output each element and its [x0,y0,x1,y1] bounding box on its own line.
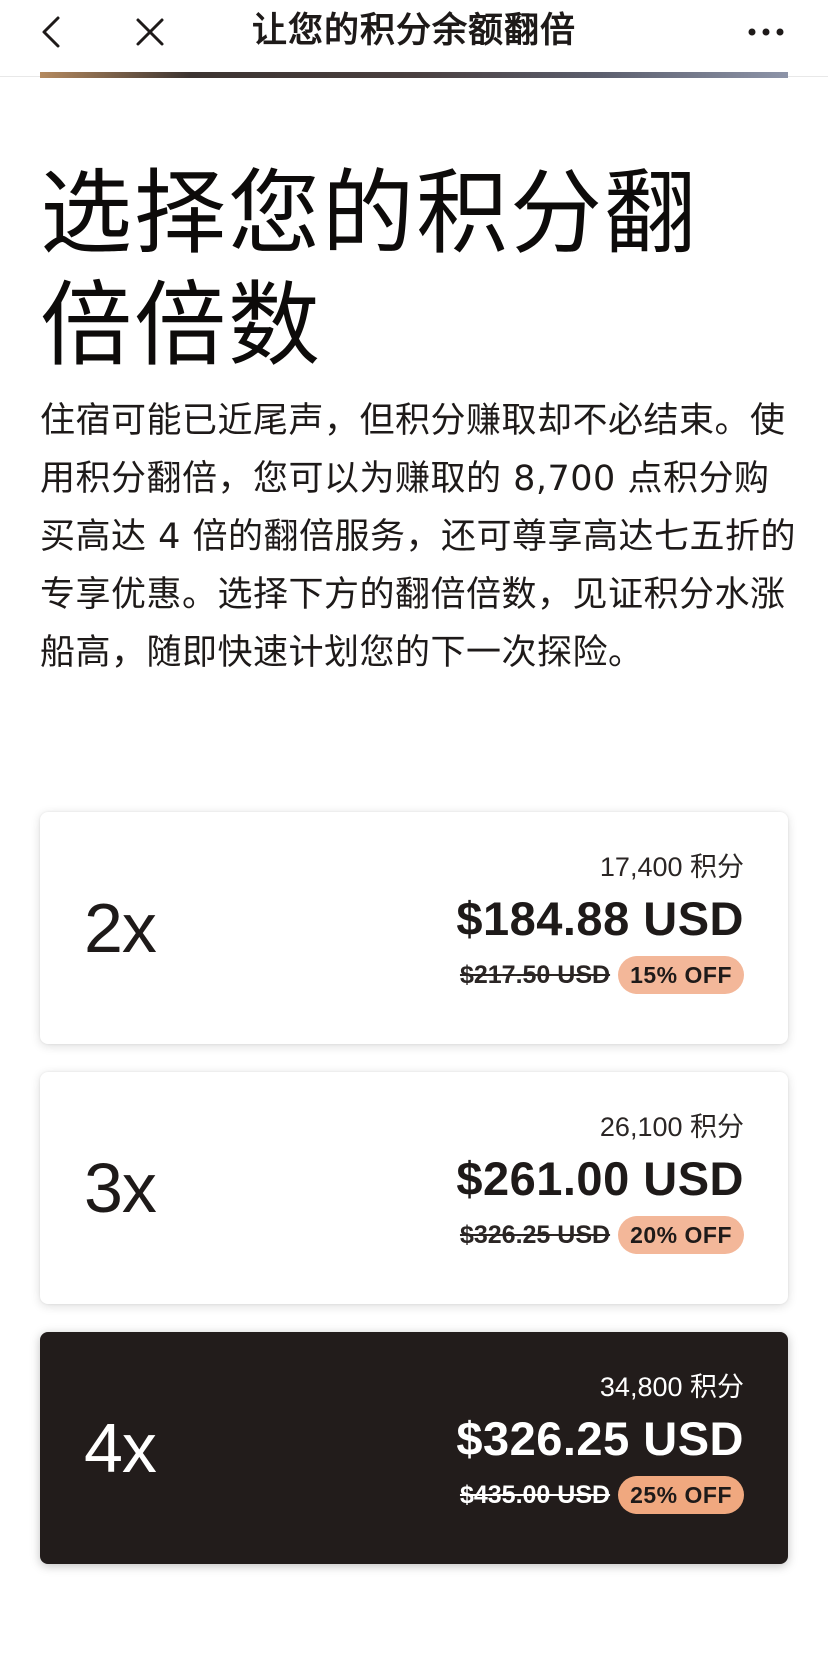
original-price-row: $326.25 USD 20% OFF [456,1216,744,1256]
discount-badge: 20% OFF [618,1216,744,1254]
price: $261.00 USD [456,1152,744,1205]
original-price: $435.00 USD [459,1480,611,1509]
multiplier-label: 2x [84,889,157,967]
option-card-2x[interactable]: 2x 17,400 积分 $184.88 USD $217.50 USD 15% … [40,812,788,1044]
hero-image [40,72,788,78]
multiplier-label: 4x [84,1409,157,1487]
option-card-3x[interactable]: 3x 26,100 积分 $261.00 USD $326.25 USD 20% … [40,1072,788,1304]
original-price: $217.50 USD [459,960,611,989]
price-block: 34,800 积分 $326.25 USD $435.00 USD 25% OFF [456,1370,744,1516]
points-amount: 17,400 积分 [599,852,744,882]
price-block: 26,100 积分 $261.00 USD $326.25 USD 20% OFF [456,1110,744,1256]
top-nav-bar: 让您的积分余额翻倍 [0,0,828,77]
chevron-left-icon[interactable] [36,12,72,52]
price-block: 17,400 积分 $184.88 USD $217.50 USD 15% OFF [456,850,744,996]
option-card-4x[interactable]: 4x 34,800 积分 $326.25 USD $435.00 USD 25% … [40,1332,788,1564]
page-description: 住宿可能已近尾声，但积分赚取却不必结束。使用积分翻倍，您可以为赚取的 8,700… [40,401,797,673]
price: $184.88 USD [456,892,744,945]
more-horizontal-icon[interactable] [744,12,788,52]
multiplier-label: 3x [84,1149,157,1227]
discount-badge: 25% OFF [618,1476,744,1514]
close-icon[interactable] [130,12,170,52]
original-price-row: $217.50 USD 15% OFF [456,956,744,996]
price: $326.25 USD [456,1412,744,1465]
points-amount: 34,800 积分 [599,1372,744,1402]
nav-title: 让您的积分余额翻倍 [251,11,576,51]
original-price: $326.25 USD [459,1220,611,1249]
points-amount: 26,100 积分 [599,1112,744,1142]
original-price-row: $435.00 USD 25% OFF [456,1476,744,1516]
page-heading: 选择您的积分翻倍倍数 [40,160,699,379]
discount-badge: 15% OFF [618,956,744,994]
